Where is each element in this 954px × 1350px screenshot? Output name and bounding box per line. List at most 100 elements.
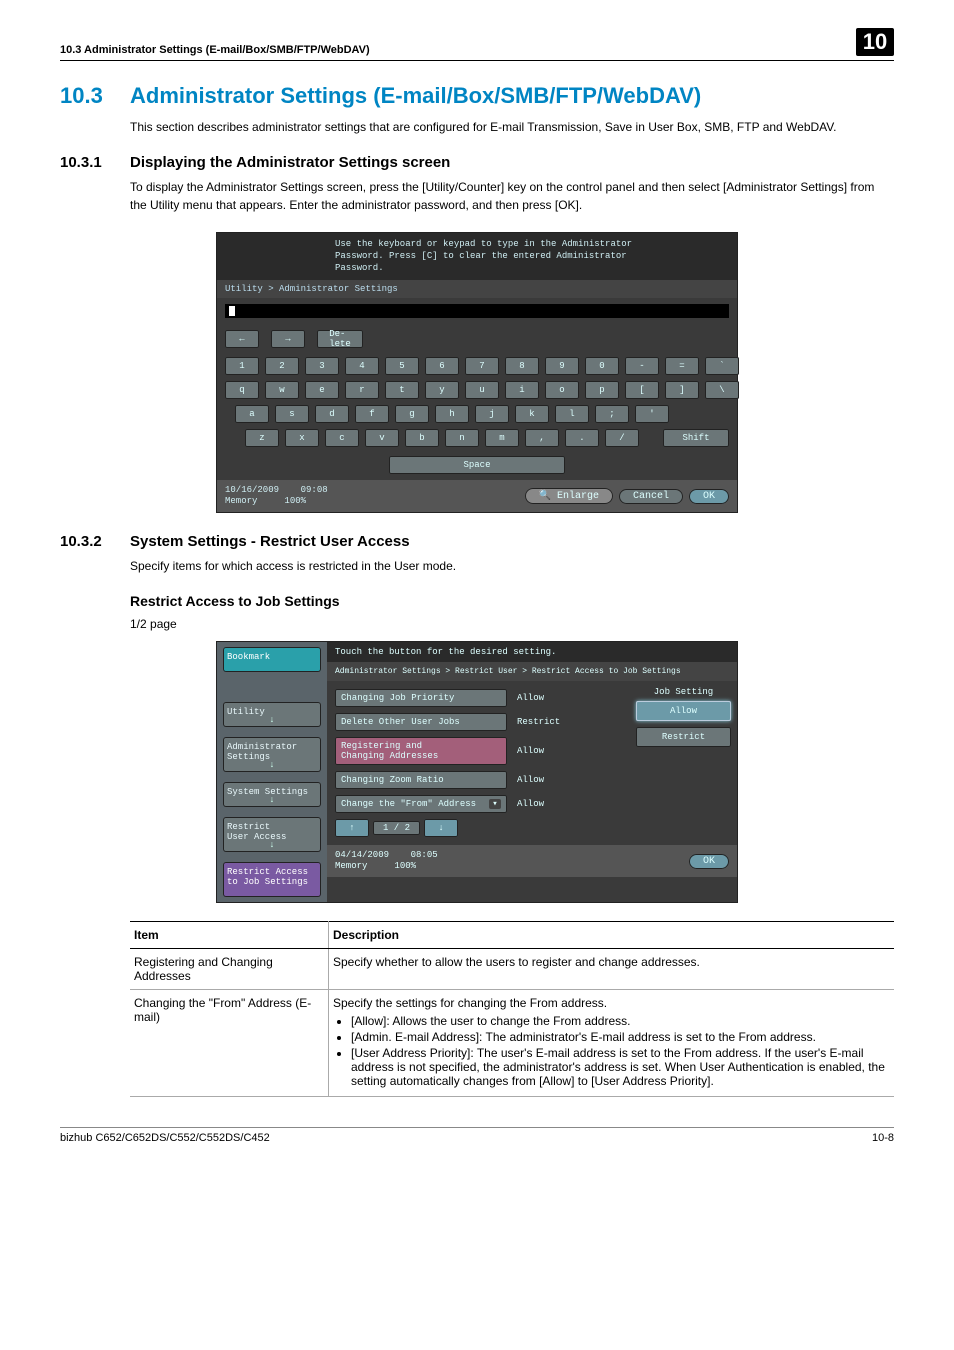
- key-n[interactable]: n: [445, 429, 479, 447]
- key-b[interactable]: b: [405, 429, 439, 447]
- prompt-line-1: Use the keyboard or keypad to type in th…: [335, 239, 632, 251]
- key--[interactable]: -: [625, 357, 659, 375]
- key-o[interactable]: o: [545, 381, 579, 399]
- key-j[interactable]: j: [475, 405, 509, 423]
- key-9[interactable]: 9: [545, 357, 579, 375]
- key-g[interactable]: g: [395, 405, 429, 423]
- key-w[interactable]: w: [265, 381, 299, 399]
- cancel-button[interactable]: Cancel: [619, 489, 683, 504]
- footer-memory-value: 100%: [394, 861, 416, 871]
- row-value: Allow: [513, 799, 587, 809]
- footer-date: 10/16/2009: [225, 485, 279, 495]
- key-6[interactable]: 6: [425, 357, 459, 375]
- footer-time: 09:08: [301, 485, 328, 495]
- running-header: 10.3 Administrator Settings (E-mail/Box/…: [60, 44, 856, 56]
- key-i[interactable]: i: [505, 381, 539, 399]
- sidebar-restrict-access-job[interactable]: Restrict Access to Job Settings: [223, 862, 321, 897]
- key-2[interactable]: 2: [265, 357, 299, 375]
- key-][interactable]: ]: [665, 381, 699, 399]
- key-k[interactable]: k: [515, 405, 549, 423]
- key-y[interactable]: y: [425, 381, 459, 399]
- key-\[interactable]: \: [705, 381, 739, 399]
- row-value: Restrict: [513, 717, 587, 727]
- key-3[interactable]: 3: [305, 357, 339, 375]
- row-registering-changing-addresses[interactable]: Registering and Changing Addresses: [335, 737, 507, 765]
- restrict-button[interactable]: Restrict: [636, 727, 731, 747]
- key-q[interactable]: q: [225, 381, 259, 399]
- ok-button[interactable]: OK: [689, 489, 729, 504]
- admin-password-screenshot: Use the keyboard or keypad to type in th…: [216, 232, 738, 513]
- row-change-from-address[interactable]: Change the "From" Address▾: [335, 795, 507, 813]
- key-,[interactable]: ,: [525, 429, 559, 447]
- key-7[interactable]: 7: [465, 357, 499, 375]
- enlarge-button[interactable]: 🔍 Enlarge: [525, 488, 613, 504]
- sidebar-utility[interactable]: Utility↓: [223, 702, 321, 727]
- password-input[interactable]: [225, 304, 729, 318]
- key-8[interactable]: 8: [505, 357, 539, 375]
- key-s[interactable]: s: [275, 405, 309, 423]
- sidebar-system-settings[interactable]: System Settings↓: [223, 782, 321, 807]
- key-.[interactable]: .: [565, 429, 599, 447]
- key-z[interactable]: z: [245, 429, 279, 447]
- pager-up-button[interactable]: ↑: [335, 819, 369, 837]
- allow-button[interactable]: Allow: [636, 701, 731, 721]
- key-=[interactable]: =: [665, 357, 699, 375]
- sidebar-bookmark[interactable]: Bookmark: [223, 647, 321, 672]
- key-'[interactable]: ': [635, 405, 669, 423]
- footer-memory-value: 100%: [284, 496, 306, 506]
- row-delete-other-user-jobs[interactable]: Delete Other User Jobs: [335, 713, 507, 731]
- key-0[interactable]: 0: [585, 357, 619, 375]
- footer-time: 08:05: [411, 850, 438, 860]
- key-v[interactable]: v: [365, 429, 399, 447]
- sidebar-admin-settings[interactable]: Administrator Settings↓: [223, 737, 321, 772]
- delete-button[interactable]: De- lete: [317, 330, 363, 348]
- row-changing-job-priority[interactable]: Changing Job Priority: [335, 689, 507, 707]
- arrow-left-button[interactable]: ←: [225, 330, 259, 348]
- key-t[interactable]: t: [385, 381, 419, 399]
- row-value: Allow: [513, 775, 587, 785]
- key-1[interactable]: 1: [225, 357, 259, 375]
- section-title: Administrator Settings (E-mail/Box/SMB/F…: [130, 83, 701, 109]
- footer-date: 04/14/2009: [335, 850, 389, 860]
- key-4[interactable]: 4: [345, 357, 379, 375]
- shift-key[interactable]: Shift: [663, 429, 729, 447]
- arrow-right-button[interactable]: →: [271, 330, 305, 348]
- description-table: Item Description Registering and Changin…: [130, 921, 894, 1097]
- key-h[interactable]: h: [435, 405, 469, 423]
- chevron-down-icon: ↓: [269, 840, 274, 850]
- key-5[interactable]: 5: [385, 357, 419, 375]
- key-u[interactable]: u: [465, 381, 499, 399]
- ok-button[interactable]: OK: [689, 854, 729, 869]
- subsection-body: To display the Administrator Settings sc…: [130, 179, 894, 214]
- key-m[interactable]: m: [485, 429, 519, 447]
- key-`[interactable]: `: [705, 357, 739, 375]
- key-p[interactable]: p: [585, 381, 619, 399]
- pager-down-button[interactable]: ↓: [424, 819, 458, 837]
- space-key[interactable]: Space: [389, 456, 565, 474]
- row-changing-zoom-ratio[interactable]: Changing Zoom Ratio: [335, 771, 507, 789]
- key-l[interactable]: l: [555, 405, 589, 423]
- key-/[interactable]: /: [605, 429, 639, 447]
- table-row-item: Registering and Changing Addresses: [130, 949, 329, 990]
- row-value: Allow: [513, 693, 587, 703]
- breadcrumb-bar: Administrator Settings > Restrict User >…: [327, 662, 737, 681]
- subsection-body: Specify items for which access is restri…: [130, 558, 894, 575]
- key-[[interactable]: [: [625, 381, 659, 399]
- key-f[interactable]: f: [355, 405, 389, 423]
- key-c[interactable]: c: [325, 429, 359, 447]
- key-d[interactable]: d: [315, 405, 349, 423]
- subsection-number: 10.3.2: [60, 533, 130, 550]
- table-row-item: Changing the "From" Address (E-mail): [130, 990, 329, 1097]
- prompt-line-2: Password. Press [C] to clear the entered…: [335, 251, 632, 263]
- table-row-desc: Specify whether to allow the users to re…: [329, 949, 895, 990]
- row-value: Allow: [513, 746, 587, 756]
- footer-model: bizhub C652/C652DS/C552/C552DS/C452: [60, 1132, 872, 1144]
- breadcrumb-bar: Utility > Administrator Settings: [217, 280, 737, 298]
- key-x[interactable]: x: [285, 429, 319, 447]
- table-row-desc: Specify the settings for changing the Fr…: [329, 990, 895, 1097]
- sidebar-restrict-user-access[interactable]: Restrict User Access↓: [223, 817, 321, 852]
- key-a[interactable]: a: [235, 405, 269, 423]
- key-;[interactable]: ;: [595, 405, 629, 423]
- key-e[interactable]: e: [305, 381, 339, 399]
- key-r[interactable]: r: [345, 381, 379, 399]
